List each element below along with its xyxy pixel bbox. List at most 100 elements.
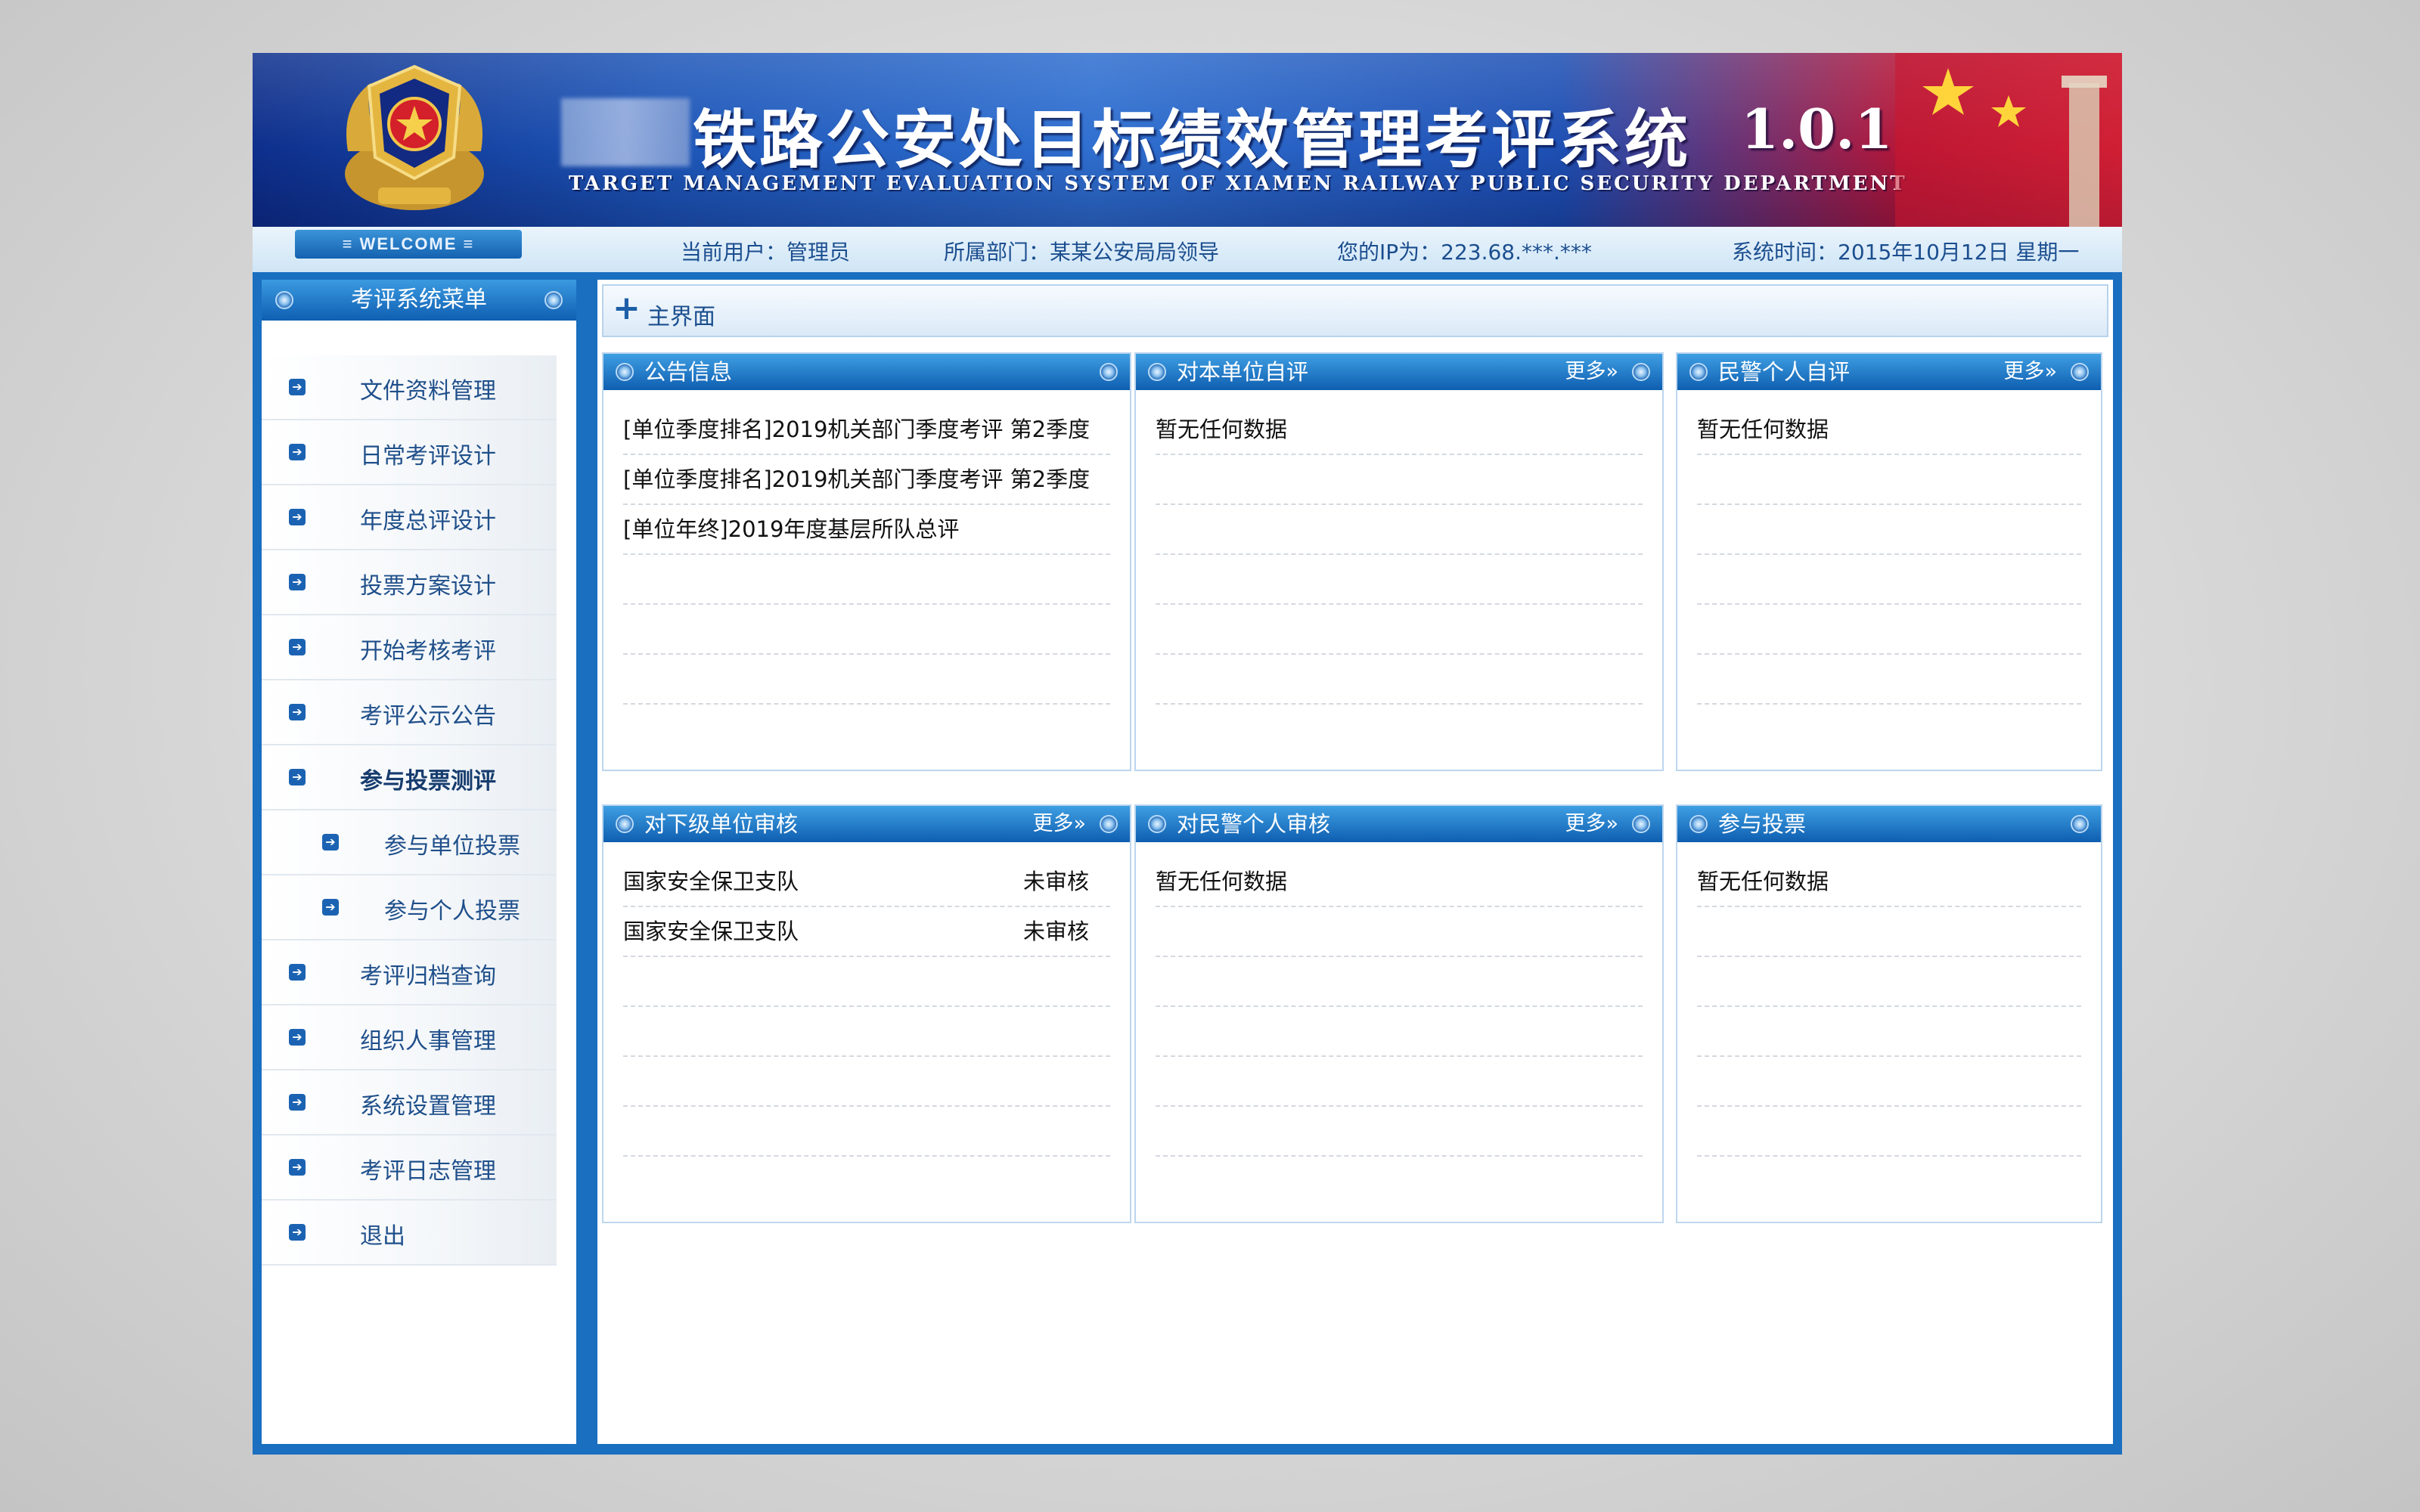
system-title: 铁路公安处目标绩效管理考评系统 [693, 102, 1692, 177]
main-content: + 主界面 公告信息 [单位季度排名]2019机关部门季度考评 第2季度 [单位… [597, 280, 2113, 1444]
sidebar-title: 考评系统菜单 [351, 287, 487, 313]
menu-item-personnel-management[interactable]: ➔ 组织人事管理 [262, 1005, 557, 1070]
menu-item-label: 开始考核考评 [360, 638, 496, 665]
arrow-right-icon: ➔ [289, 379, 306, 395]
menu-item-vote-plan-design[interactable]: ➔ 投票方案设计 [262, 550, 557, 615]
arrow-right-icon: ➔ [322, 899, 339, 916]
list-item-text: 国家安全保卫支队 [623, 919, 799, 944]
empty-row [1156, 907, 1643, 957]
header-knob-icon [544, 291, 563, 309]
current-user: 当前用户：管理员 [681, 240, 851, 265]
arrow-right-icon: ➔ [289, 1224, 306, 1241]
menu-item-label: 考评归档查询 [360, 963, 496, 990]
header-knob-icon [1100, 363, 1118, 381]
empty-message-text: 暂无任何数据 [1156, 869, 1288, 894]
list-item-text: 国家安全保卫支队 [623, 869, 799, 894]
empty-message-text: 暂无任何数据 [1156, 417, 1288, 442]
list-item-text: [单位季度排名]2019机关部门季度考评 第2季度 [623, 466, 1091, 492]
arrow-right-icon: ➔ [289, 769, 306, 785]
header-knob-icon [1689, 815, 1708, 833]
arrow-right-icon: ➔ [289, 1159, 306, 1176]
menu-item-system-settings[interactable]: ➔ 系统设置管理 [262, 1070, 557, 1136]
empty-message: 暂无任何数据 [1156, 405, 1643, 455]
menu-item-label: 投票方案设计 [360, 573, 496, 600]
menu-item-file-management[interactable]: ➔ 文件资料管理 [262, 355, 557, 420]
arrow-right-icon: ➔ [289, 964, 306, 981]
menu-item-label: 考评日志管理 [360, 1158, 496, 1185]
empty-message: 暂无任何数据 [1156, 857, 1643, 907]
panel-header: 对本单位自评 更多» [1136, 354, 1662, 390]
arrow-right-icon: ➔ [289, 639, 306, 655]
list-item[interactable]: 国家安全保卫支队 未审核 [623, 857, 1110, 907]
menu-item-annual-review-design[interactable]: ➔ 年度总评设计 [262, 485, 557, 550]
empty-row [1156, 957, 1643, 1007]
list-item[interactable]: [单位季度排名]2019机关部门季度考评 第2季度 [623, 405, 1110, 455]
current-department: 所属部门：某某公安局局领导 [944, 240, 1220, 265]
header-knob-icon [275, 291, 293, 309]
empty-row [623, 1057, 1110, 1107]
menu-subitem-personal-voting[interactable]: ➔ 参与个人投票 [262, 875, 557, 940]
arrow-right-icon: ➔ [289, 574, 306, 590]
panel-personal-self-evaluation: 民警个人自评 更多» 暂无任何数据 [1676, 352, 2102, 771]
sidebar: 考评系统菜单 ➔ 文件资料管理 ➔ 日常考评设计 ➔ 年度总评设计 ➔ 投票方案设计 ➔… [262, 280, 576, 1444]
menu-item-label: 文件资料管理 [360, 378, 496, 404]
system-subtitle: TARGET MANAGEMENT EVALUATION SYSTEM OF X… [569, 172, 1907, 195]
status-bar: ≡ WELCOME ≡ 当前用户：管理员 所属部门：某某公安局局领导 您的IP为… [253, 227, 2122, 272]
empty-row [1697, 455, 2081, 505]
police-emblem-icon [345, 64, 484, 210]
menu-item-logout[interactable]: ➔ 退出 [262, 1201, 557, 1266]
more-link[interactable]: 更多» [1032, 806, 1086, 842]
welcome-badge: ≡ WELCOME ≡ [295, 230, 522, 259]
menu-item-participate-voting[interactable]: ➔ 参与投票测评 [262, 745, 557, 810]
panel-voting: 参与投票 暂无任何数据 [1676, 804, 2102, 1223]
review-status: 未审核 [1022, 869, 1089, 894]
empty-row [623, 957, 1110, 1007]
system-version: 1.0.1 [1741, 97, 1893, 161]
empty-row [1697, 505, 2081, 555]
more-link[interactable]: 更多» [1565, 354, 1618, 390]
menu-item-label: 日常考评设计 [360, 443, 496, 469]
review-status: 未审核 [1022, 919, 1089, 944]
header-knob-icon [1148, 363, 1166, 381]
empty-row [623, 605, 1110, 655]
panel-title: 公告信息 [644, 359, 733, 385]
header-knob-icon [2071, 363, 2089, 381]
more-link[interactable]: 更多» [2003, 354, 2057, 390]
menu-subitem-unit-voting[interactable]: ➔ 参与单位投票 [262, 810, 557, 875]
panel-unit-self-evaluation: 对本单位自评 更多» 暂无任何数据 [1134, 352, 1664, 771]
blurred-prefix [561, 98, 690, 166]
arrow-right-icon: ➔ [322, 834, 339, 850]
breadcrumb-home[interactable]: 主界面 [647, 298, 715, 331]
panel-title: 民警个人自评 [1718, 359, 1851, 385]
empty-row [1697, 655, 2081, 705]
panel-title: 参与投票 [1718, 811, 1807, 837]
menu-item-start-evaluation[interactable]: ➔ 开始考核考评 [262, 615, 557, 680]
menu-item-log-management[interactable]: ➔ 考评日志管理 [262, 1136, 557, 1201]
list-item[interactable]: 国家安全保卫支队 未审核 [623, 907, 1110, 957]
list-item-text: [单位季度排名]2019机关部门季度考评 第2季度 [623, 417, 1091, 442]
empty-row [1697, 907, 2081, 957]
list-item[interactable]: [单位季度排名]2019机关部门季度考评 第2季度 [623, 455, 1110, 505]
menu-item-daily-evaluation-design[interactable]: ➔ 日常考评设计 [262, 420, 557, 485]
empty-row [1156, 555, 1643, 605]
empty-row [1697, 1057, 2081, 1107]
app-frame: 铁路公安处目标绩效管理考评系统 1.0.1 TARGET MANAGEMENT … [253, 53, 2122, 1455]
header-knob-icon [616, 815, 634, 833]
menu-item-label: 参与单位投票 [384, 833, 520, 860]
empty-row [1697, 605, 2081, 655]
panel-header: 对下级单位审核 更多» [603, 806, 1130, 842]
panel-header: 对民警个人审核 更多» [1136, 806, 1662, 842]
breadcrumb: + 主界面 [602, 284, 2108, 337]
header-knob-icon [1632, 815, 1650, 833]
empty-row [1156, 1007, 1643, 1057]
empty-row [623, 555, 1110, 605]
menu-item-archive-query[interactable]: ➔ 考评归档查询 [262, 940, 557, 1005]
menu-item-evaluation-announcement[interactable]: ➔ 考评公示公告 [262, 680, 557, 745]
empty-row [1156, 1057, 1643, 1107]
menu-item-label: 参与投票测评 [360, 768, 496, 795]
empty-row [1697, 555, 2081, 605]
arrow-right-icon: ➔ [289, 704, 306, 720]
panel-officer-review: 对民警个人审核 更多» 暂无任何数据 [1134, 804, 1664, 1223]
list-item[interactable]: [单位年终]2019年度基层所队总评 [623, 505, 1110, 555]
more-link[interactable]: 更多» [1565, 806, 1618, 842]
